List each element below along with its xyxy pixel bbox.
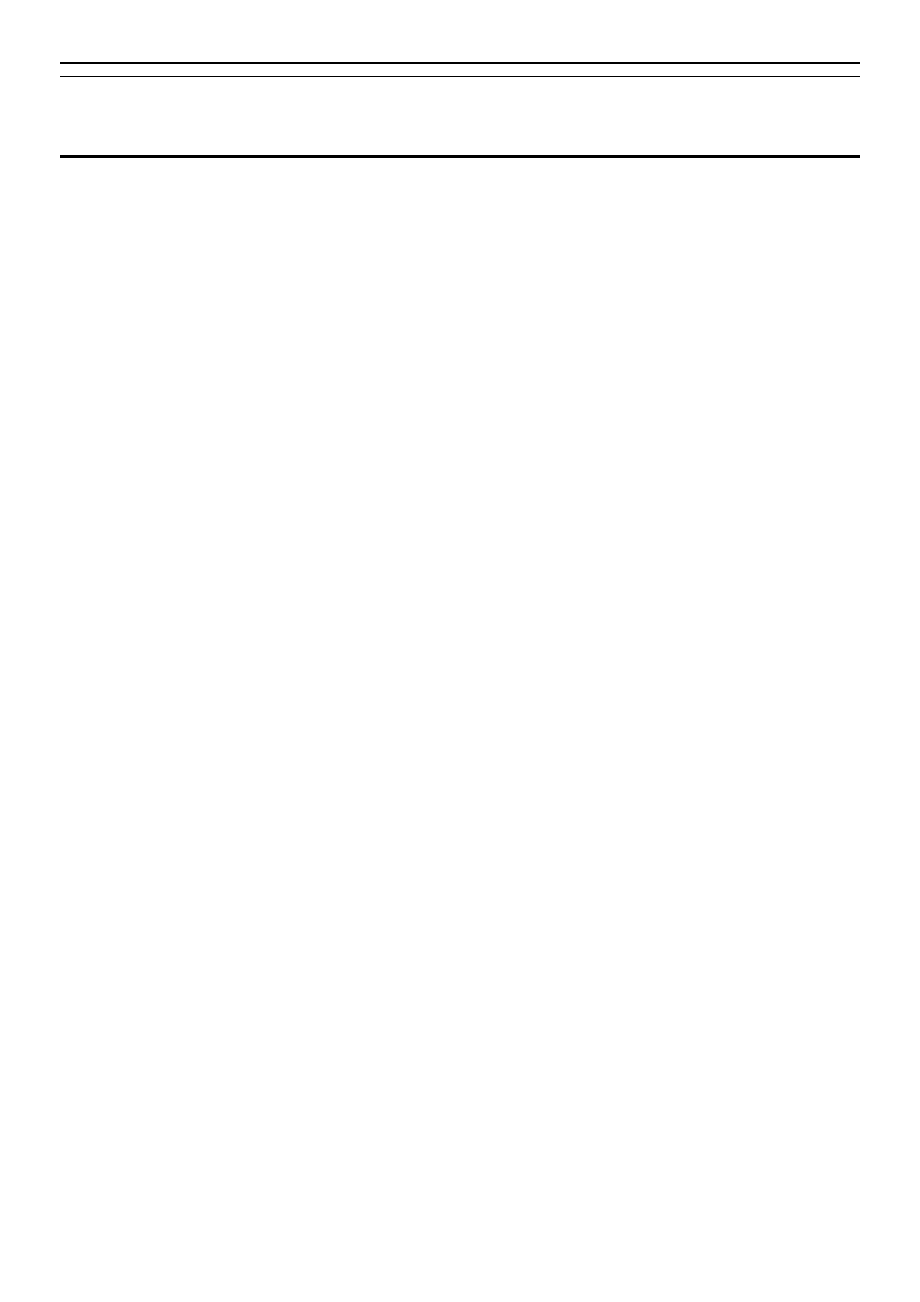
section-ii	[60, 109, 860, 115]
column-header	[60, 68, 860, 77]
toc	[60, 95, 860, 115]
page-header	[60, 60, 860, 64]
section-i	[60, 95, 860, 101]
page-footer	[60, 155, 860, 176]
